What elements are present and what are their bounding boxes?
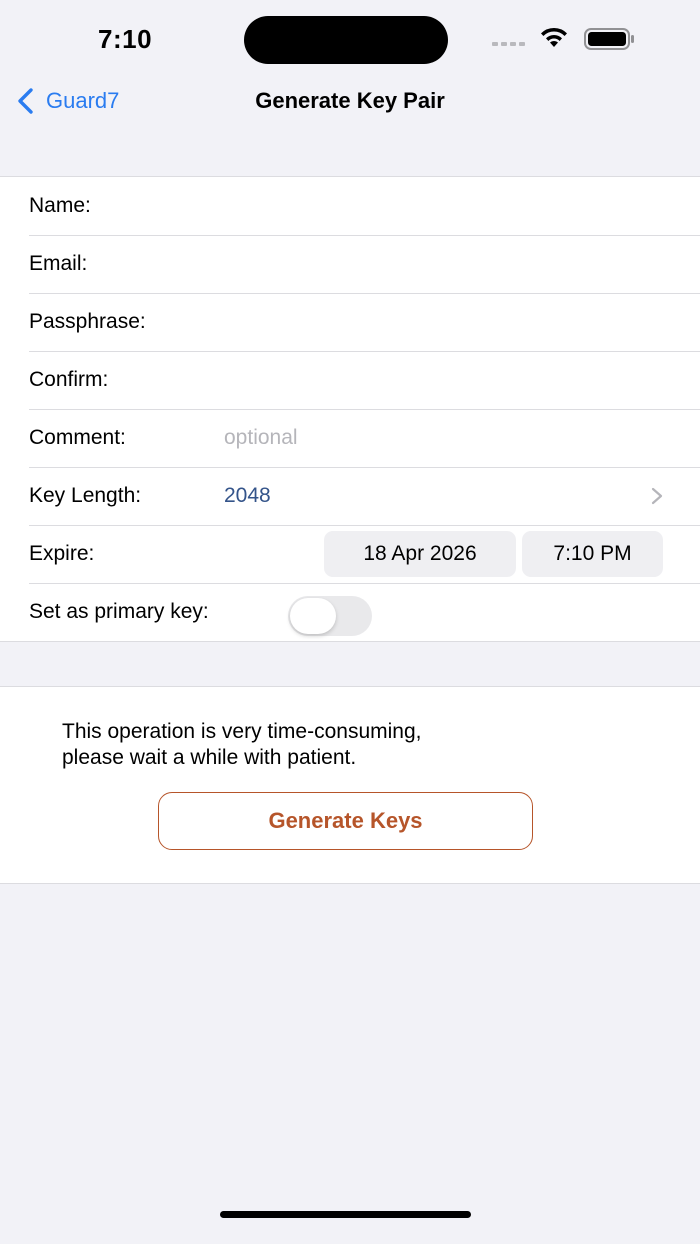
home-indicator	[220, 1211, 471, 1218]
primary-key-label: Set as primary key:	[29, 600, 209, 623]
wifi-icon	[541, 27, 567, 47]
passphrase-row[interactable]: Passphrase:	[0, 293, 700, 351]
battery-icon	[584, 28, 634, 50]
name-row[interactable]: Name:	[0, 177, 700, 235]
expire-time-picker[interactable]: 7:10 PM	[522, 531, 663, 577]
chevron-right-icon	[651, 487, 663, 505]
info-text: This operation is very time-consuming, p…	[62, 719, 622, 771]
status-bar: 7:10	[0, 0, 700, 80]
primary-key-toggle[interactable]	[288, 596, 372, 636]
info-text-line-1: This operation is very time-consuming,	[62, 720, 422, 743]
toggle-knob	[290, 598, 336, 634]
page-title: Generate Key Pair	[255, 88, 445, 113]
comment-row[interactable]: Comment: optional	[0, 409, 700, 467]
name-label: Name:	[29, 194, 91, 217]
confirm-row[interactable]: Confirm:	[0, 351, 700, 409]
passphrase-label: Passphrase:	[29, 310, 146, 333]
comment-label: Comment:	[29, 426, 126, 449]
info-text-line-2: please wait a while with patient.	[62, 746, 357, 769]
confirm-label: Confirm:	[29, 368, 109, 391]
expire-label: Expire:	[29, 542, 95, 565]
key-length-row[interactable]: Key Length: 2048	[0, 467, 700, 525]
email-label: Email:	[29, 252, 88, 275]
status-time: 7:10	[98, 24, 153, 54]
info-section: This operation is very time-consuming, p…	[0, 686, 700, 884]
key-form: Name: Email: Passphrase: Confirm: Commen…	[0, 176, 700, 642]
screen: 7:10 Guard7 Generate Key Pair Name: Emai…	[0, 0, 700, 1244]
generate-keys-button[interactable]: Generate Keys	[158, 792, 533, 850]
expire-row: Expire: 18 Apr 2026 7:10 PM	[0, 525, 700, 583]
primary-key-row: Set as primary key:	[0, 583, 700, 641]
comment-input[interactable]: optional	[224, 426, 298, 450]
dynamic-island	[244, 16, 448, 64]
expire-date-picker[interactable]: 18 Apr 2026	[324, 531, 516, 577]
cellular-signal-icon	[492, 42, 525, 46]
email-row[interactable]: Email:	[0, 235, 700, 293]
key-length-value: 2048	[224, 484, 271, 507]
key-length-label: Key Length:	[29, 484, 142, 507]
navigation-bar: Guard7 Generate Key Pair	[0, 80, 700, 124]
